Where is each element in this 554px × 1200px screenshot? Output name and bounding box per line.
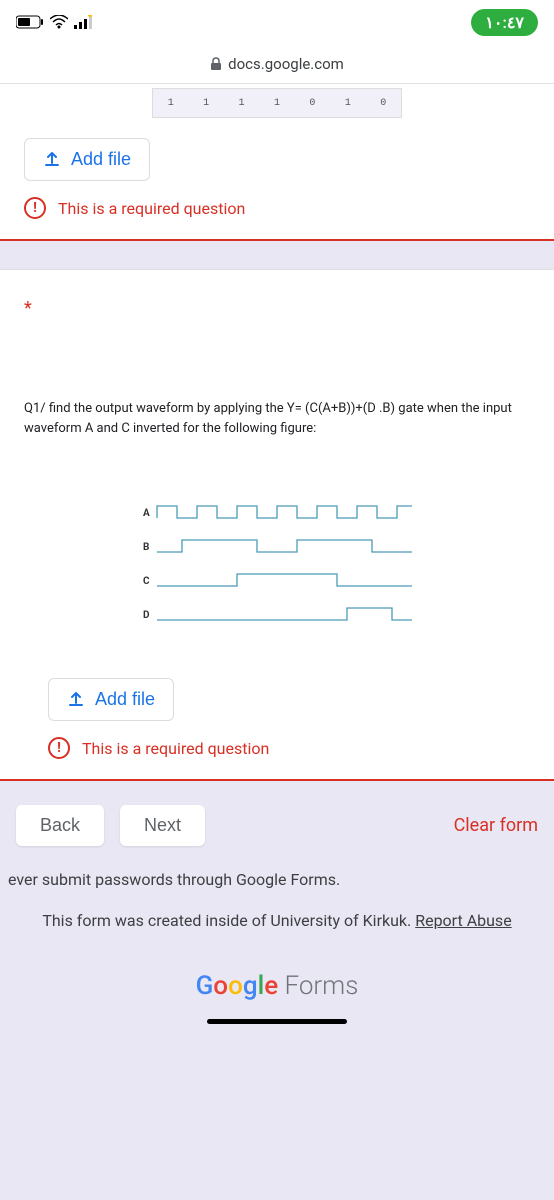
table-cell: 1 [345, 98, 351, 109]
url-bar[interactable]: docs.google.com [0, 44, 554, 84]
battery-icon [16, 15, 44, 29]
footer-warning: ever submit passwords through Google For… [0, 870, 554, 909]
error-message: ! This is a required question [48, 737, 530, 759]
required-asterisk: * [24, 298, 530, 319]
error-text: This is a required question [82, 739, 269, 758]
error-icon: ! [48, 737, 70, 759]
clear-form-link[interactable]: Clear form [454, 815, 538, 836]
status-left [16, 15, 94, 29]
forms-text: Forms [278, 971, 358, 1001]
url-text: docs.google.com [228, 55, 344, 73]
home-indicator[interactable] [207, 1019, 347, 1024]
footer-created-text: This form was created inside of Universi… [42, 911, 415, 930]
google-forms-logo[interactable]: Google Forms [0, 971, 554, 1001]
status-bar: ١٠:٤٧ [0, 0, 554, 44]
table-cell: 1 [203, 98, 209, 109]
wifi-icon [50, 15, 68, 29]
question-card: * Q1/ find the output waveform by applyi… [0, 269, 554, 781]
table-placeholder: 1 1 1 1 0 1 0 [152, 88, 402, 118]
time-badge: ١٠:٤٧ [471, 9, 538, 36]
error-text: This is a required question [58, 199, 245, 218]
table-cell: 1 [168, 98, 174, 109]
question-text: Q1/ find the output waveform by applying… [24, 399, 530, 438]
footer-created: This form was created inside of Universi… [0, 909, 554, 957]
waveform-figure: A B C D [24, 498, 530, 628]
error-message: ! This is a required question [24, 197, 554, 219]
signal-icon [74, 15, 94, 29]
question-card-top-fragment: 1 1 1 1 0 1 0 Add file ! This is a requi… [0, 84, 554, 241]
back-button[interactable]: Back [16, 805, 104, 846]
table-cell: 1 [239, 98, 245, 109]
table-fragment: 1 1 1 1 0 1 0 [0, 84, 554, 138]
waveform-label-c: C [143, 576, 150, 587]
add-file-label: Add file [71, 149, 131, 170]
add-file-button[interactable]: Add file [24, 138, 150, 181]
upload-icon [67, 691, 85, 709]
table-cell: 1 [274, 98, 280, 109]
table-cell: 0 [380, 98, 386, 109]
report-abuse-link[interactable]: Report Abuse [415, 911, 511, 930]
waveform-label-a: A [143, 508, 150, 519]
error-icon: ! [24, 197, 46, 219]
waveform-label-b: B [143, 542, 149, 553]
nav-row: Back Next Clear form [0, 781, 554, 870]
table-cell: 0 [309, 98, 315, 109]
add-file-button[interactable]: Add file [48, 678, 174, 721]
add-file-label: Add file [95, 689, 155, 710]
upload-icon [43, 151, 61, 169]
waveform-label-d: D [143, 610, 150, 621]
lock-icon [210, 57, 222, 71]
next-button[interactable]: Next [120, 805, 205, 846]
